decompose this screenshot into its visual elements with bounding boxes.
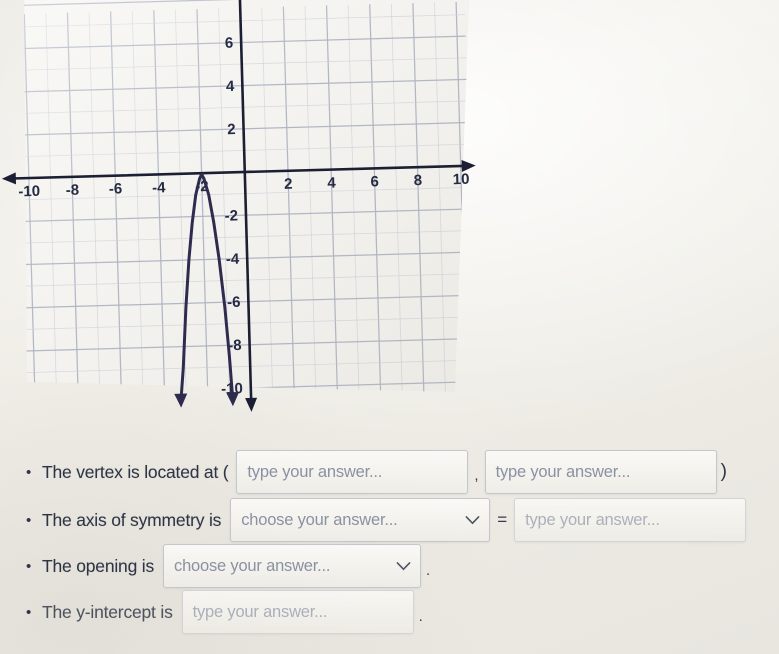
graph-paper-photo: -10 -8 -6 -4 -2 2 4 6 8 10 6 4 2 -2 -4 -6 -8 -10 <box>0 0 500 420</box>
coordinate-plane-graph: -10 -8 -6 -4 -2 2 4 6 8 10642-2-4-6-8-10 <box>1 0 476 412</box>
svg-text:2: 2 <box>284 176 293 193</box>
y-intercept-label: The y-intercept is <box>42 601 173 622</box>
question-vertex: • The vertex is located at ( type your a… <box>26 450 727 494</box>
y-intercept-input[interactable]: type your answer... <box>181 590 414 634</box>
svg-text:-6: -6 <box>227 294 241 311</box>
axis-of-symmetry-label: The axis of symmetry is <box>42 509 222 530</box>
axis-of-symmetry-select[interactable]: choose your answer... <box>230 498 491 542</box>
vertex-x-input[interactable]: type your answer... <box>236 450 469 494</box>
svg-text:-2: -2 <box>224 207 238 224</box>
question-y-intercept: • The y-intercept is type your answer...… <box>26 590 423 634</box>
svg-text:-6: -6 <box>109 180 123 197</box>
question-opening: • The opening is choose your answer... . <box>26 544 430 588</box>
svg-text:6: 6 <box>370 173 379 190</box>
svg-text:4: 4 <box>327 174 336 191</box>
y-intercept-placeholder: type your answer... <box>192 602 328 621</box>
svg-text:-10: -10 <box>18 183 40 201</box>
vertex-comma: , <box>474 466 479 484</box>
vertex-label: The vertex is located at ( <box>42 461 229 482</box>
svg-text:-4: -4 <box>226 251 240 268</box>
svg-text:6: 6 <box>225 35 234 52</box>
question-list: • The vertex is located at ( type your a… <box>0 440 779 654</box>
vertex-y-placeholder: type your answer... <box>495 462 631 481</box>
vertex-close-paren: ) <box>720 461 727 482</box>
list-bullet: • <box>26 557 32 575</box>
opening-label: The opening is <box>42 555 155 576</box>
vertex-x-placeholder: type your answer... <box>247 462 383 481</box>
svg-text:-8: -8 <box>66 182 80 199</box>
svg-text:8: 8 <box>413 172 422 189</box>
opening-period: . <box>426 561 431 579</box>
svg-text:2: 2 <box>227 121 236 138</box>
chevron-down-icon <box>396 562 411 571</box>
axis-of-symmetry-select-placeholder: choose your answer... <box>241 510 398 529</box>
svg-text:-4: -4 <box>152 179 166 196</box>
svg-text:10: 10 <box>452 171 469 188</box>
axis-of-symmetry-value-placeholder: type your answer... <box>525 510 660 529</box>
screenshot-root: -10 -8 -6 -4 -2 2 4 6 8 10 6 4 2 -2 -4 -6 -8 -10 • The ve… <box>0 0 779 654</box>
vertex-y-input[interactable]: type your answer... <box>484 450 717 494</box>
y-intercept-period: . <box>418 607 423 625</box>
list-bullet: • <box>26 603 32 621</box>
svg-text:4: 4 <box>226 78 235 95</box>
list-bullet: • <box>26 463 32 481</box>
axis-of-symmetry-value-input[interactable]: type your answer... <box>514 498 747 542</box>
equals-sign: = <box>497 510 508 529</box>
chevron-down-icon <box>465 516 480 525</box>
opening-select[interactable]: choose your answer... <box>163 544 422 588</box>
list-bullet: • <box>26 511 32 529</box>
question-axis-of-symmetry: • The axis of symmetry is choose your an… <box>26 498 747 542</box>
opening-select-placeholder: choose your answer... <box>174 556 331 575</box>
